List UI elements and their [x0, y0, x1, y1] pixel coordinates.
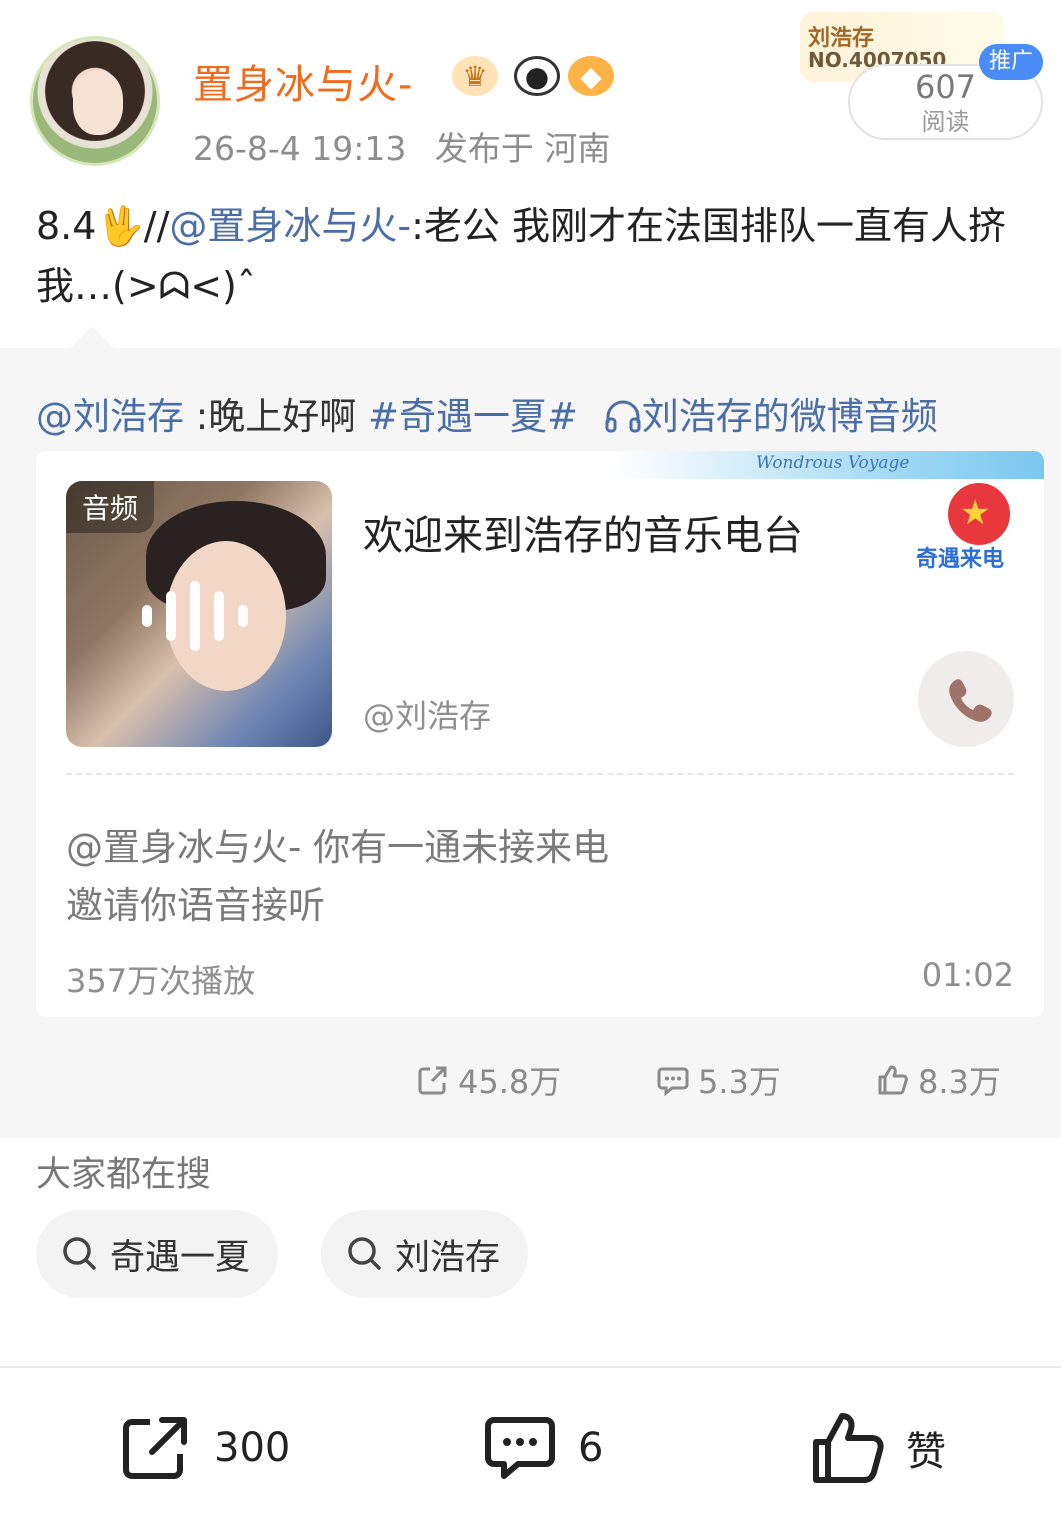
invite-line-1: @置身冰与火- 你有一通未接来电: [66, 826, 610, 869]
hashtag-link[interactable]: #奇遇一夏#: [368, 395, 578, 438]
repost-button[interactable]: 300: [116, 1408, 290, 1488]
username[interactable]: 置身冰与火-: [193, 52, 413, 110]
user-avatar[interactable]: [30, 36, 160, 166]
repost-like-stat[interactable]: 8.3万: [876, 1060, 1001, 1101]
search-chip-0[interactable]: 奇遇一夏: [36, 1210, 279, 1298]
comment-count: 5.3万: [698, 1063, 781, 1101]
star-icon: ★: [960, 493, 991, 533]
comment-icon: [485, 1417, 555, 1479]
phone-icon: [949, 679, 992, 722]
fish-badge-icon[interactable]: ◆: [568, 56, 614, 96]
repost-body: :晚上好啊: [184, 395, 368, 438]
headphones-icon: [605, 400, 641, 433]
comment-icon: [657, 1067, 689, 1097]
search-chip-label: 刘浩存: [395, 1237, 501, 1278]
audio-wave-icon: [142, 581, 248, 651]
comment-count-bottom: 6: [578, 1425, 604, 1471]
voyage-deco-text: Wondrous Voyage: [756, 453, 910, 473]
search-chip-label: 奇遇一夏: [110, 1237, 251, 1278]
thumbs-up-icon: [878, 1065, 908, 1095]
repost-pointer: [70, 326, 114, 348]
ad-tag: 推广: [979, 44, 1043, 80]
share-icon: [123, 1417, 187, 1479]
repost-count: 300: [214, 1425, 291, 1471]
bottom-action-bar: 300 6 赞: [0, 1366, 1061, 1516]
play-count: 357万次播放: [66, 962, 256, 1000]
repost-block[interactable]: @刘浩存 :晚上好啊 #奇遇一夏# 刘浩存的微博音频 Wondrous Voya…: [0, 326, 1061, 1138]
call-button[interactable]: [918, 651, 1014, 747]
thumbs-up-icon: [813, 1413, 884, 1483]
post-timestamp: 26-8-4 19:13: [193, 129, 407, 168]
repost-share-stat[interactable]: 45.8万: [416, 1060, 562, 1101]
card-divider: [66, 773, 1014, 775]
share-icon: [418, 1066, 447, 1095]
mascot-sticker: ★ 奇遇来电: [916, 479, 1034, 575]
mascot-label: 奇遇来电: [916, 547, 1005, 572]
like-count: 8.3万: [918, 1063, 1001, 1101]
audio-duration: 01:02: [921, 956, 1014, 994]
avatar-face: [73, 71, 123, 135]
audio-link-label: 刘浩存的微博音频: [641, 395, 938, 438]
read-label: 阅读: [921, 108, 970, 136]
audio-title[interactable]: 欢迎来到浩存的音乐电台: [363, 503, 803, 561]
cover-tag: 音频: [66, 481, 155, 533]
repost-mention-link[interactable]: @刘浩存: [36, 395, 184, 438]
search-icon: [63, 1237, 96, 1270]
repost-text: @刘浩存 :晚上好啊 #奇遇一夏# 刘浩存的微博音频: [36, 386, 938, 440]
audio-cover[interactable]: 音频: [66, 481, 332, 747]
panda-badge-icon[interactable]: ●: [514, 56, 560, 96]
post-text-sep: //: [143, 204, 170, 248]
repost-comment-stat[interactable]: 5.3万: [656, 1060, 781, 1101]
post-location: 发布于 河南: [434, 129, 611, 168]
post-text-prefix: 8.4: [36, 204, 97, 248]
audio-author[interactable]: @刘浩存: [363, 691, 491, 737]
like-button[interactable]: 赞: [808, 1408, 946, 1488]
like-label: 赞: [906, 1429, 946, 1475]
audio-link[interactable]: 刘浩存的微博音频: [604, 395, 938, 438]
search-section-title: 大家都在搜: [36, 1155, 212, 1195]
search-chip-1[interactable]: 刘浩存: [321, 1210, 529, 1298]
search-icon: [348, 1237, 381, 1270]
audio-card[interactable]: Wondrous Voyage 音频 欢迎来到浩存的音乐电台 @刘浩存 ★ 奇遇…: [36, 451, 1044, 1017]
post-mention-link[interactable]: @置身冰与火-: [169, 204, 411, 248]
comment-button[interactable]: 6: [480, 1408, 603, 1488]
invite-line-2: 邀请你语音接听: [66, 884, 325, 927]
crown-badge-icon[interactable]: ♛: [452, 56, 498, 96]
hand-emoji-icon: 🖖: [96, 204, 144, 248]
post-meta: 26-8-4 19:13 发布于 河南: [193, 122, 610, 170]
share-count: 45.8万: [458, 1063, 562, 1101]
post-text: 8.4🖖//@置身冰与火-:老公 我刚才在法国排队一直有人挤我…(>ᗣ<)ˆ: [36, 196, 1046, 316]
